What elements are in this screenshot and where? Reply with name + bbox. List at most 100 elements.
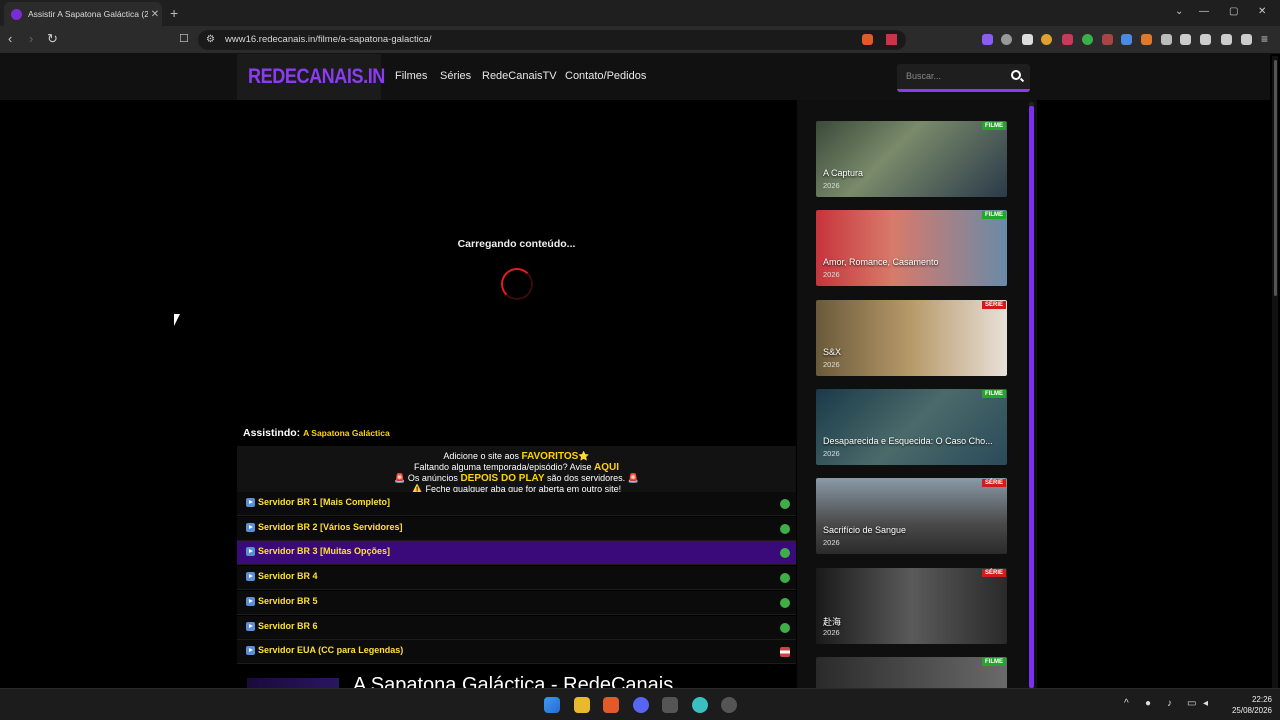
br-flag-icon (780, 573, 790, 584)
extension-icon[interactable] (1082, 34, 1093, 45)
related-card[interactable]: FILME Desaparecida e Esquecida: O Caso Ch… (816, 388, 1007, 465)
server-option[interactable]: Servidor BR 6 (237, 615, 796, 640)
related-card[interactable]: SÉRIE S&X 2026 (816, 299, 1007, 376)
wallet-icon[interactable] (1200, 34, 1211, 45)
sidebar-toggle-icon[interactable] (1180, 34, 1191, 45)
volume-icon[interactable]: ◂ (1203, 698, 1208, 709)
browser-tab[interactable]: Assistir A Sapatona Galáctica (20 ✕ (4, 2, 162, 26)
taskbar: ^ ● ♪ ▭ ◂ 22:26 25/08/2026 (0, 688, 1280, 720)
site-header: REDECANAIS.IN Filmes Séries RedeCanaisTV… (0, 54, 1270, 100)
card-title: A Captura (823, 168, 864, 178)
card-title: 赴海 (823, 616, 842, 627)
nav-link-filmes[interactable]: Filmes (395, 70, 427, 82)
extension-icon[interactable] (1102, 34, 1113, 45)
play-icon (246, 596, 255, 606)
related-card[interactable]: FILME (816, 656, 1007, 688)
page-scrollbar-thumb[interactable] (1274, 60, 1277, 296)
related-card[interactable]: FILME Amor, Romance, Casamento 2026 (816, 210, 1007, 287)
discord-icon[interactable] (633, 697, 649, 713)
tab-search-icon[interactable]: ⌄ (1175, 6, 1183, 17)
loading-text: Carregando conteúdo... (457, 238, 576, 250)
windows-start-icon[interactable] (544, 697, 560, 713)
leo-ai-icon[interactable] (1221, 34, 1232, 45)
clock[interactable]: 22:26 25/08/2026 (1222, 694, 1272, 716)
related-card[interactable]: SÉRIE Sacrifício de Sangue 2026 (816, 478, 1007, 555)
type-badge: FILME (982, 211, 1006, 220)
server-option[interactable]: Servidor BR 2 [Vários Servidores] (237, 516, 796, 541)
bookmark-icon[interactable]: ☐ (179, 32, 189, 46)
nav-link-series[interactable]: Séries (440, 70, 471, 82)
extension-icon[interactable] (1141, 34, 1152, 45)
brave-rewards-icon[interactable] (886, 34, 897, 45)
search-icon[interactable] (1011, 70, 1021, 80)
server-option[interactable]: Servidor BR 3 [Muitas Opções] (237, 541, 796, 566)
discord-tray-icon[interactable]: ● (1145, 698, 1151, 709)
extension-pen-icon[interactable] (982, 34, 993, 45)
br-flag-icon (780, 548, 790, 559)
tab-close-icon[interactable]: ✕ (148, 9, 162, 20)
site-info-icon[interactable]: ⚙ (206, 33, 215, 47)
app-icon[interactable] (721, 697, 737, 713)
brave-browser-icon[interactable] (603, 697, 619, 713)
card-year: 2026 (823, 270, 840, 280)
menu-icon[interactable]: ≡ (1261, 32, 1268, 46)
server-option[interactable]: Servidor BR 4 (237, 566, 796, 591)
play-icon (246, 522, 255, 532)
sidebar-scrollbar-thumb[interactable] (1029, 106, 1034, 688)
site-logo[interactable]: REDECANAIS.IN (237, 54, 385, 100)
server-label: Servidor BR 5 (258, 595, 318, 606)
watching-title: A Sapatona Galáctica (303, 428, 390, 438)
notice-box: Adicione o site aos FAVORITOS⭐ Faltando … (237, 446, 796, 498)
server-option[interactable]: Servidor BR 1 [Mais Completo] (237, 492, 796, 516)
movie-poster (247, 678, 339, 688)
loading-spinner-icon (501, 268, 533, 300)
extension-icon[interactable] (1062, 34, 1073, 45)
close-window-button[interactable]: ✕ (1258, 6, 1266, 17)
extension-icon[interactable] (1022, 34, 1033, 45)
url-text[interactable]: www16.redecanais.in/filme/a-sapatona-gal… (225, 34, 431, 45)
extensions-puzzle-icon[interactable] (1161, 34, 1172, 45)
network-icon[interactable]: ▭ (1187, 698, 1196, 709)
card-year: 2026 (823, 181, 840, 190)
card-title: Sacrifício de Sangue (823, 525, 907, 536)
search-input[interactable] (906, 71, 1001, 81)
search-box (897, 64, 1030, 92)
server-option[interactable]: Servidor EUA (CC para Legendas) (237, 640, 796, 665)
server-label: Servidor BR 1 [Mais Completo] (258, 497, 391, 507)
site-favicon-icon (11, 8, 22, 20)
minimize-button[interactable]: — (1199, 6, 1209, 17)
file-explorer-icon[interactable] (574, 697, 590, 713)
server-label: Servidor BR 6 (258, 620, 318, 631)
type-badge: FILME (982, 657, 1006, 666)
address-bar[interactable]: ⚙ www16.redecanais.in/filme/a-sapatona-g… (198, 30, 906, 50)
nav-link-redecanaistv[interactable]: RedeCanaisTV (482, 70, 557, 82)
br-flag-icon (780, 523, 790, 534)
video-player[interactable]: Carregando conteúdo... (237, 100, 796, 446)
nav-link-contato[interactable]: Contato/Pedidos (565, 70, 646, 82)
app-icon[interactable] (662, 697, 678, 713)
type-badge: SÉRIE (981, 568, 1006, 577)
card-year: 2026 (823, 627, 840, 637)
server-option[interactable]: Servidor BR 5 (237, 590, 796, 615)
tray-chevron-icon[interactable]: ^ (1124, 698, 1129, 709)
back-icon[interactable]: ‹ (8, 32, 12, 46)
card-year: 2026 (823, 538, 840, 548)
vpn-icon[interactable] (1241, 34, 1252, 45)
type-badge: FILME (982, 389, 1006, 398)
tab-title: Assistir A Sapatona Galáctica (20 (28, 9, 148, 19)
brave-shields-icon[interactable] (862, 34, 873, 45)
forward-icon[interactable]: › (29, 32, 33, 46)
type-badge: FILME (982, 122, 1006, 130)
aqui-link[interactable]: AQUI (594, 462, 619, 473)
extension-icon[interactable] (1121, 34, 1132, 45)
microphone-icon[interactable]: ♪ (1167, 698, 1172, 709)
app-icon[interactable] (692, 697, 708, 713)
reload-icon[interactable]: ↻ (47, 32, 58, 46)
related-card[interactable]: SÉRIE 赴海 2026 (816, 567, 1007, 644)
new-tab-button[interactable]: + (170, 5, 178, 21)
extension-icon[interactable] (1041, 34, 1052, 45)
extension-icon[interactable] (1001, 34, 1012, 45)
related-card[interactable]: FILME A Captura 2026 (816, 121, 1007, 197)
maximize-button[interactable]: ▢ (1229, 6, 1238, 17)
browser-toolbar: ‹ › ↻ ☐ ⚙ www16.redecanais.in/filme/a-sa… (0, 26, 1280, 54)
